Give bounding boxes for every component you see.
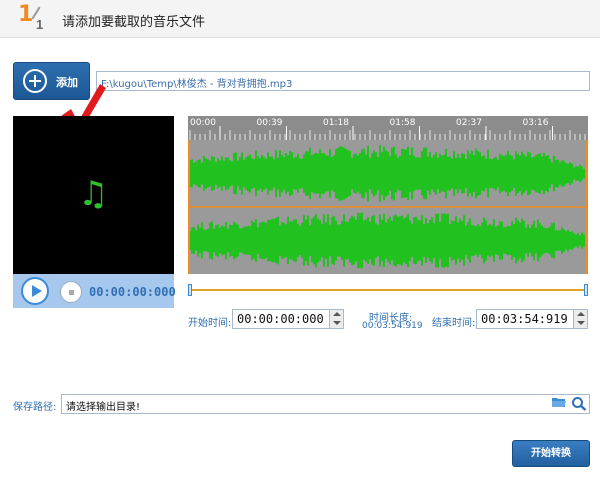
player-controls: 00:00:00:000 [13, 274, 176, 308]
range-track [190, 289, 586, 291]
ruler-label: 02:37 [456, 118, 482, 128]
waveform-graphic [190, 145, 586, 269]
music-note-icon: ♫ [78, 174, 109, 214]
step-current: 1 [18, 2, 34, 27]
duration-value: 00:03:54:919 [362, 321, 423, 331]
file-path-field[interactable]: F:\kugou\Temp\林俊杰 - 背对背拥抱.mp3 [96, 71, 590, 91]
spin-up-icon [577, 312, 585, 316]
playback-time: 00:00:00:000 [89, 285, 176, 299]
step-indicator: 1 1 [18, 2, 58, 36]
waveform[interactable] [188, 140, 588, 274]
waveform-channel [190, 212, 585, 269]
range-slider[interactable] [188, 284, 588, 298]
waveform-channel [190, 145, 585, 202]
end-time-value: 00:03:54:919 [481, 312, 568, 326]
ruler-label: 01:58 [390, 118, 416, 128]
time-ruler: 00:00 00:39 01:18 01:58 02:37 03:16 [188, 116, 588, 140]
ruler-label: 03:16 [523, 118, 549, 128]
header: 1 1 请添加要截取的音乐文件 [0, 0, 600, 38]
start-time-label: 开始时间: [188, 318, 232, 329]
stop-button[interactable] [60, 281, 82, 303]
start-time-input[interactable]: 00:00:00:000 [232, 309, 344, 329]
ruler-label: 01:18 [323, 118, 349, 128]
play-button[interactable] [21, 277, 49, 305]
start-time-value: 00:00:00:000 [237, 312, 324, 326]
folder-icon[interactable] [552, 397, 566, 408]
ruler-ticks: 00:00 00:39 01:18 01:58 02:37 03:16 [189, 118, 586, 140]
end-time-input[interactable]: 00:03:54:919 [476, 309, 588, 329]
spin-down-icon [333, 321, 341, 325]
spin-down-icon [577, 321, 585, 325]
plus-circle-icon [23, 69, 47, 93]
save-path-field[interactable]: 请选择输出目录! [61, 394, 590, 414]
search-icon[interactable] [571, 396, 587, 411]
ruler-label: 00:00 [190, 118, 216, 128]
start-time-spinner[interactable] [329, 310, 343, 328]
start-convert-button[interactable]: 开始转换 [512, 440, 590, 467]
page-title: 请添加要截取的音乐文件 [62, 15, 206, 30]
media-preview: ♫ [13, 116, 174, 274]
range-end-handle[interactable] [584, 284, 588, 296]
save-path-label: 保存路径: [13, 402, 57, 413]
spin-up-icon [333, 312, 341, 316]
end-time-spinner[interactable] [573, 310, 587, 328]
range-start-handle[interactable] [188, 284, 192, 296]
step-total: 1 [36, 17, 44, 32]
ruler-label: 00:39 [257, 118, 283, 128]
end-time-label: 结束时间: [432, 318, 476, 329]
